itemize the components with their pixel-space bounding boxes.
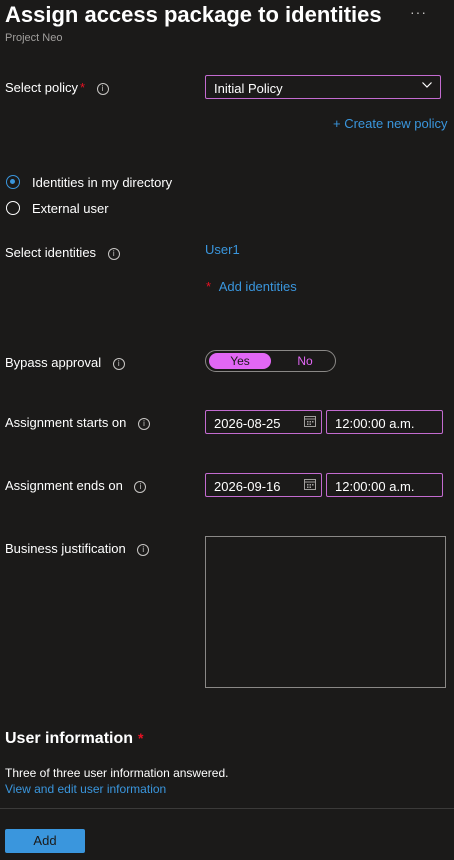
business-justification-label: Business justification [5,541,126,556]
end-time-value: 12:00:00 a.m. [335,479,415,494]
start-date-value: 2026-08-25 [214,416,281,431]
select-identities-label: Select identities [5,245,97,260]
end-date-value: 2026-09-16 [214,479,281,494]
create-new-policy-link[interactable]: + Create new policy [333,116,448,131]
select-policy-label: Select policy [5,80,78,95]
start-label-row: Assignment starts on i [5,415,151,430]
end-date-input[interactable]: 2026-09-16 [205,473,322,497]
bypass-approval-label: Bypass approval [5,355,102,370]
bypass-approval-toggle[interactable]: Yes No [205,350,336,372]
add-button[interactable]: Add [5,829,85,853]
policy-dropdown-value: Initial Policy [214,81,283,96]
calendar-icon[interactable] [304,479,316,490]
required-mark: * [138,730,144,746]
more-icon[interactable]: ··· [410,4,427,20]
end-label-row: Assignment ends on i [5,478,147,493]
footer-divider [0,808,454,809]
toggle-no-option[interactable]: No [276,353,334,369]
user-information-status: Three of three user information answered… [5,766,229,780]
info-icon[interactable]: i [137,543,150,556]
end-time-input[interactable]: 12:00:00 a.m. [326,473,443,497]
start-time-input[interactable]: 12:00:00 a.m. [326,410,443,434]
page-title: Assign access package to identities [5,2,382,27]
required-mark: * [79,80,86,95]
business-justification-textarea[interactable] [205,536,446,688]
info-icon[interactable]: i [112,357,125,370]
user-information-title: User information [5,730,134,747]
radio-external-user[interactable]: External user [6,201,206,217]
info-icon[interactable]: i [96,82,109,95]
radio-identities-in-directory[interactable]: Identities in my directory [6,175,206,191]
radio-unselected-icon[interactable] [6,201,20,215]
chevron-down-icon [422,82,432,88]
justification-label-row: Business justification i [5,541,150,556]
calendar-icon[interactable] [304,416,316,427]
assignment-starts-label: Assignment starts on [5,415,127,430]
user-information-heading: User information * [5,730,143,748]
assignment-ends-label: Assignment ends on [5,478,123,493]
selected-user-link[interactable]: User1 [205,242,240,257]
info-icon[interactable]: i [134,480,147,493]
page-subtitle: Project Neo [5,32,63,44]
toggle-yes-option[interactable]: Yes [209,353,271,369]
radio-label: Identities in my directory [32,175,173,190]
policy-dropdown[interactable]: Initial Policy [205,75,441,99]
add-identities-row: * Add identities [206,279,297,294]
info-icon[interactable]: i [138,417,151,430]
radio-label: External user [32,201,109,216]
start-date-input[interactable]: 2026-08-25 [205,410,322,434]
select-identities-label-row: Select identities i [5,245,120,260]
radio-selected-icon[interactable] [6,175,20,189]
bypass-approval-label-row: Bypass approval i [5,355,125,370]
view-edit-user-info-link[interactable]: View and edit user information [5,782,166,796]
info-icon[interactable]: i [107,247,120,260]
add-identities-link[interactable]: Add identities [219,279,297,294]
start-time-value: 12:00:00 a.m. [335,416,415,431]
required-mark: * [206,279,212,294]
select-policy-label-row: Select policy * i [5,80,109,95]
